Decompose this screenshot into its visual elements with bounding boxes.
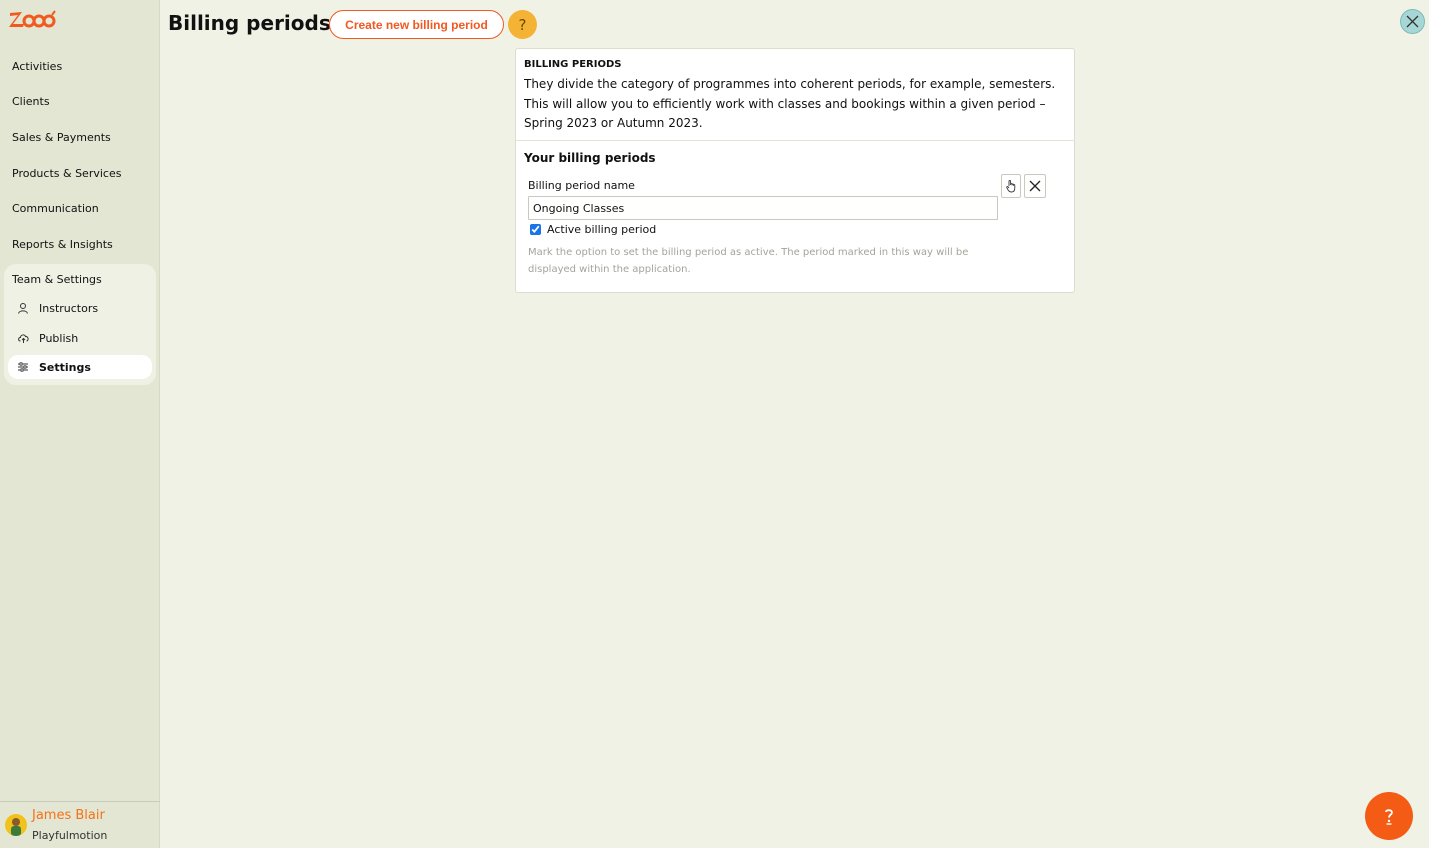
nav-sales-payments[interactable]: Sales & Payments — [12, 131, 111, 144]
user-icon — [16, 301, 30, 315]
delete-period-button[interactable] — [1024, 174, 1046, 198]
section-title: Your billing periods — [524, 151, 656, 165]
sidebar-item-instructors[interactable]: Instructors — [8, 296, 152, 320]
zooza-logo[interactable] — [8, 9, 56, 29]
team-settings-title[interactable]: Team & Settings — [12, 273, 102, 286]
help-button[interactable]: ? — [508, 10, 537, 39]
sidebar-item-label: Settings — [39, 360, 91, 374]
sidebar-item-publish[interactable]: Publish — [8, 326, 152, 350]
user-name: James Blair — [32, 808, 105, 823]
sidebar-item-label: Publish — [39, 331, 79, 345]
nav-clients[interactable]: Clients — [12, 95, 50, 108]
close-icon — [1406, 15, 1419, 28]
card-kicker: BILLING PERIODS — [524, 59, 622, 70]
avatar — [5, 814, 27, 836]
sliders-icon — [16, 360, 30, 374]
team-settings-group: Team & Settings Instructors Publish Sett… — [4, 264, 156, 385]
hand-pointer-icon — [1006, 180, 1016, 193]
nav-products-services[interactable]: Products & Services — [12, 167, 121, 180]
billing-periods-card: BILLING PERIODS They divide the category… — [515, 48, 1075, 293]
user-profile[interactable]: James Blair Playfulmotion — [0, 801, 160, 848]
active-billing-period-label[interactable]: Active billing period — [547, 223, 656, 236]
drag-handle[interactable] — [1001, 174, 1021, 198]
close-button[interactable] — [1400, 9, 1425, 34]
user-organization: Playfulmotion — [32, 829, 108, 842]
billing-period-name-label: Billing period name — [528, 179, 635, 192]
close-icon — [1029, 180, 1041, 192]
active-billing-period-checkbox[interactable] — [530, 224, 541, 235]
sidebar: Activities Clients Sales & Payments Prod… — [0, 0, 160, 848]
nav-activities[interactable]: Activities — [12, 60, 62, 73]
cloud-upload-icon — [16, 331, 30, 345]
card-header: BILLING PERIODS They divide the category… — [516, 49, 1074, 141]
sidebar-item-label: Instructors — [39, 301, 99, 315]
active-hint: Mark the option to set the billing perio… — [528, 247, 969, 275]
page-title: Billing periods — [168, 11, 331, 35]
sidebar-item-settings[interactable]: Settings — [8, 355, 152, 379]
lightbulb-question-icon — [1385, 809, 1393, 825]
billing-period-name-input[interactable] — [528, 196, 998, 220]
card-description: They divide the category of programmes i… — [524, 77, 1056, 130]
create-billing-period-button[interactable]: Create new billing period — [329, 10, 504, 39]
nav-reports-insights[interactable]: Reports & Insights — [12, 238, 113, 251]
support-fab-button[interactable] — [1365, 792, 1413, 840]
nav-communication[interactable]: Communication — [12, 202, 99, 215]
